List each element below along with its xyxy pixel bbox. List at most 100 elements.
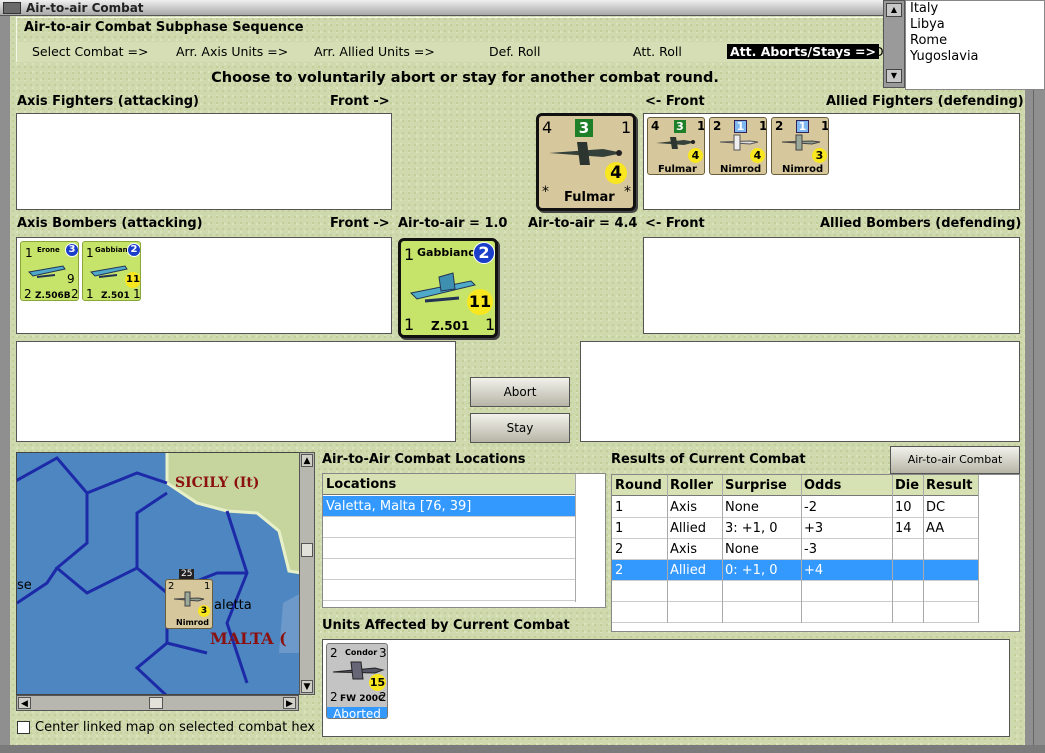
window-right-border	[1033, 90, 1045, 753]
table-cell: 0: +1, 0	[725, 563, 778, 578]
results-section-label: Results of Current Combat	[611, 452, 806, 467]
counter-value: 1	[759, 119, 767, 133]
locations-table[interactable]: Locations Valetta, Malta [76, 39]	[322, 473, 606, 608]
allied-fighters-slot[interactable]: 4 3 1 4 Fulmar 2 1 1 4 Nimrod 2 1 1 3 Ni…	[643, 113, 1020, 210]
scroll-up-arrow-icon[interactable]: ▲	[301, 454, 313, 467]
counter-value: 1	[404, 315, 415, 334]
linked-map[interactable]: SICILY (It) se aletta MALTA ( 25 2 1 3 N…	[16, 452, 300, 695]
column-divider	[575, 474, 576, 602]
axis-fighters-slot[interactable]	[16, 113, 392, 210]
table-cell: +3	[804, 521, 824, 536]
map-vertical-scrollbar[interactable]: ▲ ▼	[299, 452, 315, 695]
counter-value: 2	[330, 690, 338, 704]
unit-model: Z.501	[431, 319, 470, 333]
unit-counter[interactable]: 4 3 1 4 Fulmar	[647, 117, 705, 175]
table-row[interactable]	[323, 580, 575, 601]
allied-bombers-label: Allied Bombers (defending)	[820, 216, 1022, 231]
unit-counter[interactable]: 2 1 1 3 Nimrod	[771, 117, 829, 175]
counter-value: 2	[24, 287, 32, 301]
stay-button[interactable]: Stay	[470, 413, 570, 443]
column-header: Roller	[670, 478, 714, 493]
stack-count-badge: 25	[179, 569, 195, 579]
step-select-combat: Select Combat =>	[32, 44, 149, 59]
air-rating-badge: 2	[127, 243, 140, 257]
table-cell: 1	[615, 500, 624, 515]
range-badge: 3	[198, 605, 210, 617]
range-badge: 11	[467, 289, 493, 315]
subphase-title: Air-to-air Combat Subphase Sequence	[24, 20, 304, 35]
column-header: Locations	[326, 477, 397, 492]
map-horizontal-scrollbar[interactable]: ◀ ▶	[16, 695, 299, 711]
range-badge: 3	[812, 148, 827, 163]
unit-model: Z.506B	[35, 291, 71, 301]
counter-value: 1	[697, 119, 705, 133]
step-attacker-roll: Att. Roll	[633, 44, 682, 59]
unit-counter[interactable]: 1 Erone 3 9 2 Z.506B 2	[20, 241, 79, 301]
list-item[interactable]: Rome	[906, 33, 1044, 49]
axis-info-box	[16, 341, 456, 442]
front-arrow-label: Front ->	[330, 94, 390, 109]
center-map-checkbox[interactable]	[17, 721, 30, 734]
table-row[interactable]: Valetta, Malta [76, 39]	[323, 496, 575, 517]
range-badge: 11	[125, 272, 140, 288]
locations-section-label: Air-to-Air Combat Locations	[322, 452, 526, 467]
table-cell: 3: +1, 0	[725, 521, 778, 536]
window-titlebar: Air-to-air Combat	[0, 0, 885, 16]
air-rating-badge: 3	[65, 243, 78, 257]
instruction-text: Choose to voluntarily abort or stay for …	[211, 70, 719, 86]
column-header: Odds	[804, 478, 842, 493]
list-item[interactable]: Italy	[906, 1, 1044, 17]
scroll-up-arrow-icon[interactable]: ▲	[886, 3, 902, 17]
front-arrow-label: <- Front	[645, 94, 705, 109]
unit-name: Fulmar	[564, 190, 615, 205]
selected-allied-unit[interactable]: 4 3 1 4 * Fulmar *	[536, 113, 636, 211]
map-unit-counter[interactable]: 2 1 3 Nimrod	[165, 579, 213, 629]
scroll-right-arrow-icon[interactable]: ▶	[283, 697, 296, 709]
counter-marker: *	[542, 184, 549, 200]
counter-value: 2	[713, 119, 722, 133]
map-label-west: se	[17, 578, 32, 593]
combat-chart-button[interactable]: Air-to-air Combat Chart	[890, 446, 1020, 492]
counter-marker: *	[624, 184, 631, 200]
affected-section-label: Units Affected by Current Combat	[322, 618, 570, 633]
column-divider	[892, 475, 893, 623]
table-cell: None	[725, 500, 759, 515]
scroll-left-arrow-icon[interactable]: ◀	[18, 697, 31, 709]
table-cell: Allied	[670, 563, 706, 578]
column-divider	[722, 475, 723, 623]
table-row[interactable]	[323, 559, 575, 580]
unit-counter[interactable]: 2 1 1 4 Nimrod	[709, 117, 767, 175]
locations-header: Locations	[323, 474, 575, 495]
scroll-thumb[interactable]	[301, 543, 313, 557]
unit-name: Fulmar	[658, 164, 697, 175]
table-cell: 10	[895, 500, 912, 515]
table-cell: 2	[615, 563, 624, 578]
table-cell: Valetta, Malta [76, 39]	[326, 499, 472, 514]
list-item[interactable]: Libya	[906, 17, 1044, 33]
seaplane-icon	[89, 265, 128, 278]
table-row[interactable]	[323, 538, 575, 559]
range-badge: 15	[369, 674, 386, 691]
seaplane-icon	[27, 265, 66, 278]
column-divider	[978, 475, 979, 623]
list-item[interactable]: Yugoslavia	[906, 49, 1044, 65]
scroll-thumb[interactable]	[149, 697, 163, 709]
results-table[interactable]: Round Roller Surprise Odds Die Result 1 …	[611, 474, 1020, 632]
table-cell: Allied	[670, 521, 706, 536]
unit-counter[interactable]: 1 Gabbiano 2 11 1 Z.501 1	[82, 241, 141, 301]
selected-axis-unit[interactable]: 1 Gabbiano 2 11 1 Z.501 1	[398, 238, 498, 338]
system-menu-icon[interactable]	[3, 2, 21, 14]
unit-name: Nimrod	[720, 164, 762, 175]
table-cell: 14	[895, 521, 912, 536]
axis-bombers-slot[interactable]: 1 Erone 3 9 2 Z.506B 2 1 Gabbiano 2 11 1…	[16, 237, 392, 334]
unit-counter-aborted[interactable]: 2 Condor 3 15 2 FW 200C 2 Aborted	[326, 643, 388, 719]
range-badge: 9	[67, 272, 75, 286]
column-divider	[667, 475, 668, 623]
table-cell: 2	[615, 542, 624, 557]
abort-button[interactable]: Abort	[470, 377, 570, 407]
table-row[interactable]	[323, 517, 575, 538]
allied-bombers-slot[interactable]	[643, 237, 1020, 334]
allied-fighters-label: Allied Fighters (defending)	[826, 94, 1024, 109]
scroll-down-arrow-icon[interactable]: ▼	[301, 680, 313, 693]
air-rating-badge: 2	[473, 242, 495, 264]
